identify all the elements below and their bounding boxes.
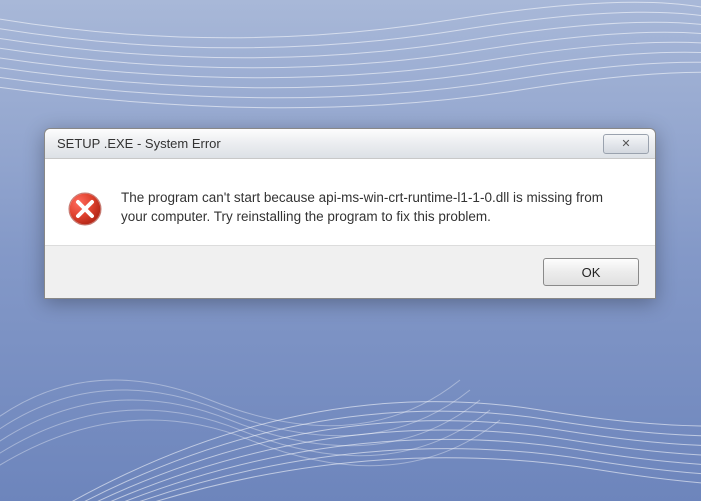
ok-button[interactable]: OK [543, 258, 639, 286]
error-message: The program can't start because api-ms-w… [121, 189, 633, 227]
error-icon [67, 191, 103, 227]
dialog-titlebar[interactable]: SETUP .EXE - System Error ✕ [45, 129, 655, 159]
dialog-body: The program can't start because api-ms-w… [45, 159, 655, 245]
dialog-footer: OK [45, 245, 655, 298]
error-dialog: SETUP .EXE - System Error ✕ The program … [44, 128, 656, 299]
close-icon: ✕ [621, 137, 630, 150]
dialog-title: SETUP .EXE - System Error [57, 136, 603, 151]
close-button[interactable]: ✕ [603, 134, 649, 154]
